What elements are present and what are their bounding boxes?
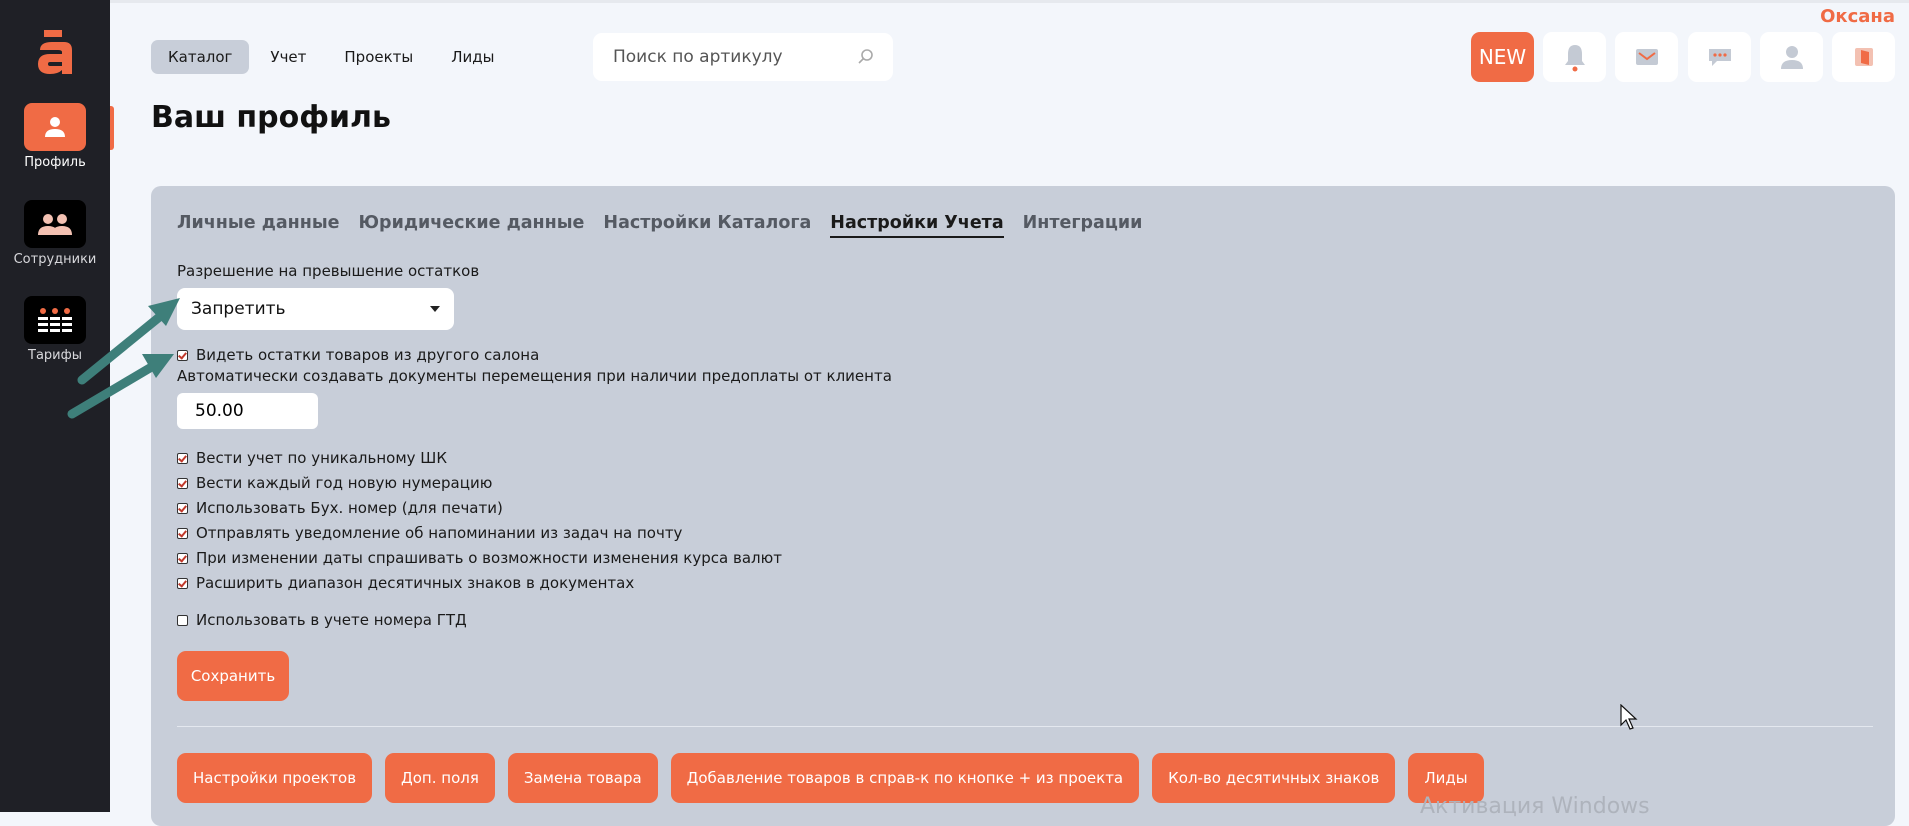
add-products-from-project-button[interactable]: Добавление товаров в справ-к по кнопке +… bbox=[670, 753, 1140, 803]
divider bbox=[177, 726, 1873, 727]
page-title: Ваш профиль bbox=[151, 100, 391, 135]
tab-catalog-settings[interactable]: Настройки Каталога bbox=[603, 213, 811, 238]
tab-integrations[interactable]: Интеграции bbox=[1023, 213, 1143, 238]
checkbox-icon[interactable] bbox=[177, 477, 188, 489]
decimal-range-checkbox[interactable]: Расширить диапазон десятичных знаков в д… bbox=[177, 574, 634, 592]
active-marker bbox=[110, 106, 114, 150]
top-divider bbox=[110, 0, 1909, 3]
annotation-arrows bbox=[67, 298, 180, 419]
sidebar-item-label: Сотрудники bbox=[13, 252, 97, 267]
bell-icon bbox=[1564, 45, 1585, 72]
bottom-actions: Настройки проектов Доп. поля Замена това… bbox=[177, 753, 1484, 803]
checkbox-icon[interactable] bbox=[177, 502, 188, 514]
decimal-places-button[interactable]: Кол-во десятичных знаков bbox=[1152, 753, 1396, 803]
checkbox-icon[interactable] bbox=[177, 552, 188, 564]
overstock-select-value: Запретить bbox=[191, 299, 286, 319]
sidebar-item-label: Профиль bbox=[24, 155, 86, 170]
currency-rate-prompt-checkbox[interactable]: При изменении даты спрашивать о возможно… bbox=[177, 549, 782, 567]
sidebar-item-employees[interactable]: Сотрудники bbox=[0, 200, 110, 267]
checkbox-label: При изменении даты спрашивать о возможно… bbox=[196, 549, 782, 567]
chat-button[interactable] bbox=[1688, 32, 1751, 82]
task-reminder-email-checkbox[interactable]: Отправлять уведомление об напоминании из… bbox=[177, 524, 682, 542]
settings-tabs: Личные данные Юридические данные Настрой… bbox=[177, 213, 1161, 238]
arrow-icon bbox=[77, 298, 180, 385]
tab-legal-data[interactable]: Юридические данные bbox=[359, 213, 585, 238]
checkbox-label: Видеть остатки товаров из другого салона bbox=[196, 346, 540, 364]
new-button[interactable]: NEW bbox=[1471, 32, 1534, 82]
top-nav: Каталог Учет Проекты Лиды bbox=[151, 40, 512, 74]
checkbox-icon[interactable] bbox=[177, 452, 188, 464]
checkbox-label: Вести учет по уникальному ШК bbox=[196, 449, 447, 467]
extra-fields-button[interactable]: Доп. поля bbox=[385, 753, 495, 803]
overstock-select[interactable]: Запретить bbox=[177, 288, 454, 330]
settings-panel: Личные данные Юридические данные Настрой… bbox=[151, 186, 1895, 826]
checkbox-label: Расширить диапазон десятичных знаков в д… bbox=[196, 574, 635, 592]
users-icon bbox=[24, 200, 86, 248]
unique-barcode-checkbox[interactable]: Вести учет по уникальному ШК bbox=[177, 449, 447, 467]
logout-button[interactable] bbox=[1832, 32, 1895, 82]
save-button[interactable]: Сохранить bbox=[177, 651, 289, 701]
gtd-numbers-checkbox[interactable]: Использовать в учете номера ГТД bbox=[177, 611, 467, 629]
user-icon bbox=[1780, 46, 1803, 69]
nav-item-catalog[interactable]: Каталог bbox=[151, 40, 250, 74]
checkbox-label: Отправлять уведомление об напоминании из… bbox=[196, 524, 683, 542]
tab-accounting-settings[interactable]: Настройки Учета bbox=[830, 213, 1004, 238]
yearly-numbering-checkbox[interactable]: Вести каждый год новую нумерацию bbox=[177, 474, 492, 492]
checkbox-label: Использовать Бух. номер (для печати) bbox=[196, 499, 503, 517]
search-input[interactable] bbox=[611, 46, 855, 68]
checkbox-icon[interactable] bbox=[177, 614, 188, 626]
nav-item-accounting[interactable]: Учет bbox=[253, 40, 323, 74]
see-other-salon-checkbox[interactable]: Видеть остатки товаров из другого салона bbox=[177, 346, 539, 364]
chat-icon bbox=[1708, 49, 1731, 66]
search-icon[interactable] bbox=[857, 48, 875, 66]
checkbox-icon[interactable] bbox=[177, 577, 188, 589]
caret-down-icon bbox=[430, 306, 440, 312]
door-icon bbox=[1854, 48, 1873, 66]
account-button[interactable] bbox=[1760, 32, 1823, 82]
project-settings-button[interactable]: Настройки проектов bbox=[177, 753, 373, 803]
search-box bbox=[593, 33, 893, 81]
accounting-number-checkbox[interactable]: Использовать Бух. номер (для печати) bbox=[177, 499, 503, 517]
nav-item-projects[interactable]: Проекты bbox=[327, 40, 430, 74]
user-name[interactable]: Оксана bbox=[1820, 6, 1895, 27]
nav-item-leads[interactable]: Лиды bbox=[434, 40, 511, 74]
mail-icon bbox=[1635, 49, 1658, 65]
mail-button[interactable] bbox=[1615, 32, 1678, 82]
auto-docs-label: Автоматически создавать документы переме… bbox=[177, 367, 892, 385]
product-replacement-button[interactable]: Замена товара bbox=[507, 753, 658, 803]
checkbox-icon[interactable] bbox=[177, 527, 188, 539]
overstock-label: Разрешение на превышение остатков bbox=[177, 262, 480, 280]
checkbox-label: Вести каждый год новую нумерацию bbox=[196, 474, 493, 492]
user-icon bbox=[24, 103, 86, 151]
logo-icon[interactable] bbox=[34, 30, 76, 74]
windows-activation-watermark: Активация Windows bbox=[1420, 794, 1650, 819]
tab-personal-data[interactable]: Личные данные bbox=[177, 213, 340, 238]
checkbox-label: Использовать в учете номера ГТД bbox=[196, 611, 467, 629]
notifications-button[interactable] bbox=[1543, 32, 1606, 82]
arrow-icon bbox=[67, 354, 174, 419]
sidebar-item-profile[interactable]: Профиль bbox=[0, 103, 110, 170]
mouse-cursor-icon bbox=[1620, 704, 1638, 730]
